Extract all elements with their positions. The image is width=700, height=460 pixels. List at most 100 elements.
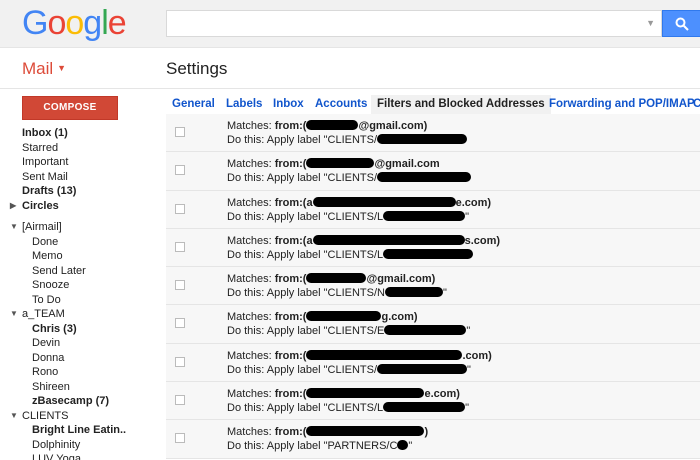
filter-match-criteria[interactable]: Matches: from:(e.com) [227, 388, 460, 401]
sidebar-item-done[interactable]: Done [0, 235, 160, 250]
action-prefix: Do this: Apply label [227, 134, 324, 146]
filter-action[interactable]: Do this: Apply label "CLIENTS/ " [227, 363, 471, 377]
tab-labels[interactable]: Labels [226, 95, 262, 114]
tab-forwarding-and-pop-imap[interactable]: Forwarding and POP/IMAP [549, 95, 695, 114]
search-input[interactable]: ▼ [166, 10, 662, 37]
action-prefix: Do this: Apply label [227, 248, 324, 261]
filter-checkbox[interactable] [175, 318, 185, 329]
mail-switcher[interactable]: Mail ▼ [22, 58, 66, 79]
filter-match-criteria[interactable]: Matches: from:(a s.com) [227, 234, 500, 248]
label-open: "CLIENTS/N [323, 287, 385, 300]
label-open: "PARTNERS/C [323, 440, 398, 453]
redacted-block [377, 363, 468, 374]
filter-match-criteria[interactable]: Matches: from:(@gmail.com) [227, 120, 427, 133]
compose-button[interactable]: COMPOSE [22, 96, 118, 120]
triangle-down-icon[interactable]: ▼ [10, 409, 18, 424]
sidebar-item-circles[interactable]: ▶ Circles [0, 199, 160, 214]
sidebar-item-shireen[interactable]: Shireen [0, 380, 160, 395]
filter-action[interactable]: Do this: Apply label "CLIENTS/L " [227, 210, 469, 224]
filter-checkbox[interactable] [175, 203, 185, 214]
sidebar-item-bright-line-eating[interactable]: Bright Line Eatin.. [0, 423, 160, 438]
sidebar-item-memo[interactable]: Memo [0, 249, 160, 264]
sidebar-item-snooze[interactable]: Snooze [0, 278, 160, 293]
matches-prefix: Matches: [227, 120, 275, 132]
sidebar-item-important[interactable]: Important [0, 155, 160, 170]
from-close: @gmail.com) [358, 120, 428, 132]
from-keyword: from: [274, 120, 303, 132]
sidebar-item-to-do[interactable]: To Do [0, 293, 160, 308]
matches-prefix: Matches: [227, 196, 275, 209]
tab-filters-and-blocked-addresses[interactable]: Filters and Blocked Addresses [371, 95, 551, 114]
tab-accounts[interactable]: Accounts [315, 95, 367, 114]
sidebar-item-zbasecamp[interactable]: zBasecamp (7) [0, 394, 160, 409]
redacted-block [384, 287, 443, 298]
redacted-block [306, 311, 382, 322]
top-bar: Google ▼ [0, 0, 700, 48]
google-logo[interactable]: Google [22, 5, 127, 41]
sidebar-item-airmail[interactable]: ▼ [Airmail] [0, 220, 160, 235]
from-keyword: from: [274, 196, 303, 209]
search-icon [675, 17, 689, 31]
filter-action[interactable]: Do this: Apply label "CLIENTS/ [227, 172, 472, 185]
sidebar-item-send-later[interactable]: Send Later [0, 264, 160, 279]
sidebar-item-luv-yoga[interactable]: LUV Yoga [0, 452, 160, 460]
from-close: ) [424, 426, 429, 439]
filter-checkbox[interactable] [175, 241, 185, 252]
tab-general[interactable]: General [172, 95, 215, 114]
filter-match-criteria[interactable]: Matches: from:(.com) [227, 349, 492, 363]
filter-action[interactable]: Do this: Apply label "CLIENTS/E " [227, 325, 470, 338]
filter-match-criteria[interactable]: Matches: from:(a e.com) [227, 196, 491, 210]
sidebar-item-donna[interactable]: Donna [0, 351, 160, 366]
triangle-down-icon[interactable]: ▼ [10, 307, 18, 322]
filter-checkbox[interactable] [175, 433, 185, 444]
filter-match-criteria[interactable]: Matches: from:(@gmail.com [227, 158, 440, 171]
sidebar-item-drafts[interactable]: Drafts (13) [0, 184, 160, 199]
sidebar-item-chris[interactable]: Chris (3) [0, 322, 160, 337]
from-close: @gmail.com) [366, 273, 436, 286]
filter-match-criteria[interactable]: Matches: from:(g.com) [227, 311, 418, 324]
filter-row: Matches: from:(a s.com) Do this: Apply la… [166, 228, 700, 268]
filter-match-criteria[interactable]: Matches: from:() [227, 426, 428, 439]
triangle-down-icon[interactable]: ▼ [10, 220, 18, 235]
search-options-icon[interactable]: ▼ [646, 19, 655, 28]
filter-checkbox[interactable] [175, 127, 185, 137]
tab-inbox[interactable]: Inbox [273, 95, 304, 114]
redacted-block [384, 325, 467, 336]
filter-row: Matches: from:(a e.com) Do this: Apply la… [166, 190, 700, 229]
filter-action[interactable]: Do this: Apply label "CLIENTS/L " [227, 402, 469, 415]
filter-action[interactable]: Do this: Apply label "PARTNERS/C " [227, 440, 412, 453]
sidebar-item-starred[interactable]: Starred [0, 141, 160, 156]
sidebar-item-clients[interactable]: ▼ CLIENTS [0, 409, 160, 424]
from-keyword: from: [274, 273, 303, 286]
from-close: g.com) [381, 311, 418, 324]
sidebar-item-label: [Airmail] [22, 221, 62, 233]
sidebar-item-label: CLIENTS [22, 409, 69, 422]
sidebar-item-inbox[interactable]: Inbox (1) [0, 126, 160, 141]
sidebar-item-devin[interactable]: Devin [0, 336, 160, 351]
matches-prefix: Matches: [227, 273, 275, 286]
action-prefix: Do this: Apply label [227, 172, 324, 185]
filter-row: Matches: from:(@gmail.com Do this: Apply… [166, 152, 700, 191]
search-button[interactable] [662, 10, 700, 37]
sidebar-item-a-team[interactable]: ▼ a_TEAM [0, 307, 160, 322]
from-close: .com) [462, 349, 492, 362]
redacted-block [383, 248, 474, 259]
filter-match-criteria[interactable]: Matches: from:(@gmail.com) [227, 273, 435, 286]
tab-overflow[interactable]: C [693, 95, 700, 114]
label-close: " [466, 325, 471, 338]
filter-action[interactable]: Do this: Apply label "CLIENTS/L [227, 248, 474, 262]
filter-checkbox[interactable] [175, 165, 185, 176]
filter-checkbox[interactable] [175, 356, 185, 367]
action-prefix: Do this: Apply label [227, 325, 324, 338]
sidebar-item-rono[interactable]: Rono [0, 365, 160, 380]
redacted-block [306, 120, 359, 130]
filter-checkbox[interactable] [175, 280, 185, 291]
filter-action[interactable]: Do this: Apply label "CLIENTS/N " [227, 287, 447, 300]
triangle-right-icon[interactable]: ▶ [10, 199, 16, 214]
sidebar-item-dolphinity[interactable]: Dolphinity [0, 438, 160, 453]
filter-action[interactable]: Do this: Apply label "CLIENTS/ [227, 134, 468, 147]
sidebar-item-sent-mail[interactable]: Sent Mail [0, 170, 160, 185]
filter-checkbox[interactable] [175, 395, 185, 406]
from-keyword: from: [274, 388, 303, 401]
from-keyword: from: [274, 311, 303, 324]
